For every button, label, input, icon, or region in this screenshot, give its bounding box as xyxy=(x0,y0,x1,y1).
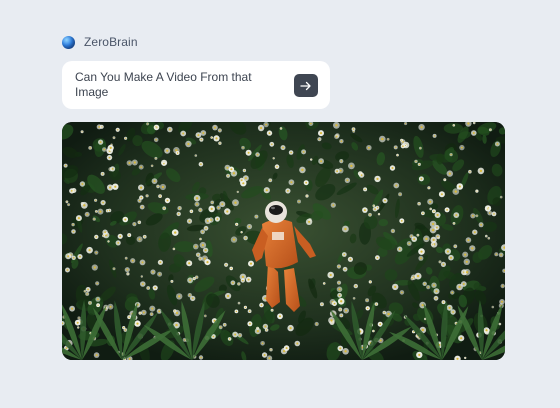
astronaut-in-daisy-field-image xyxy=(62,122,505,360)
zerobrain-logo-icon xyxy=(62,35,75,49)
app-name: ZeroBrain xyxy=(84,35,138,49)
app-header: ZeroBrain xyxy=(62,35,138,49)
generated-image[interactable] xyxy=(62,122,505,360)
prompt-text: Can You Make A Video From that Image xyxy=(75,70,252,99)
user-prompt-bubble: Can You Make A Video From that Image xyxy=(62,61,330,109)
send-button[interactable] xyxy=(294,74,318,97)
arrow-right-icon xyxy=(300,81,311,90)
